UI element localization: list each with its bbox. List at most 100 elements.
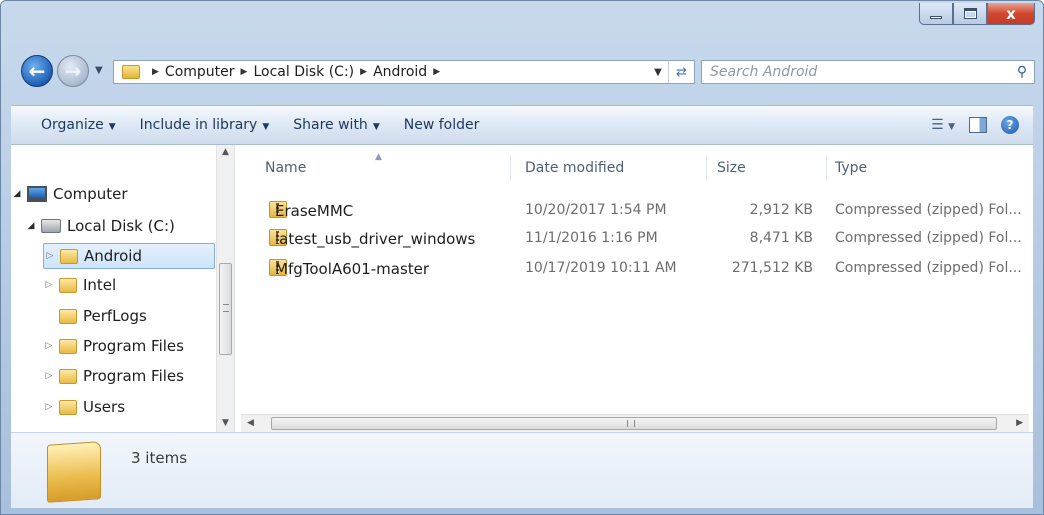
tree-item-program-files[interactable]: ▷ Program Files bbox=[43, 333, 215, 359]
tree-item-local-disk[interactable]: ◢ Local Disk (C:) bbox=[25, 213, 211, 239]
breadcrumb-local-disk[interactable]: Local Disk (C:) bbox=[253, 64, 354, 80]
command-bar: Organize ▼ Include in library ▼ Share with… bbox=[11, 105, 1033, 145]
tree-item-program-files-x86[interactable]: ▷ Program Files bbox=[43, 363, 215, 389]
new-folder-label: New folder bbox=[403, 117, 480, 133]
recent-pages-dropdown[interactable]: ▼ bbox=[95, 65, 103, 76]
breadcrumb-chevron-icon[interactable]: ▶ bbox=[241, 67, 248, 77]
minimize-button[interactable] bbox=[919, 3, 953, 25]
expand-toggle-icon[interactable]: ▷ bbox=[43, 341, 55, 351]
file-date: 11/1/2016 1:16 PM bbox=[525, 230, 658, 246]
search-icon[interactable]: ⚲ bbox=[1010, 64, 1034, 80]
help-button[interactable]: ? bbox=[1001, 116, 1019, 134]
refresh-button[interactable]: ⇄ bbox=[668, 61, 694, 83]
disk-icon bbox=[41, 219, 61, 233]
sort-ascending-icon: ▲ bbox=[375, 152, 382, 162]
folder-icon bbox=[47, 441, 101, 503]
refresh-icon: ⇄ bbox=[676, 64, 687, 80]
change-view-button[interactable]: ☰ ▼ bbox=[931, 117, 955, 133]
file-list: Name ▲ Date modified Size Type EraseMMC … bbox=[237, 145, 1033, 432]
new-folder-button[interactable]: New folder bbox=[392, 117, 492, 133]
scroll-up-icon[interactable]: ▲ bbox=[217, 147, 234, 157]
file-date: 10/17/2019 10:11 AM bbox=[525, 260, 677, 276]
tree-item-intel[interactable]: ▷ Intel bbox=[43, 272, 215, 298]
caption-buttons: x bbox=[919, 3, 1035, 31]
folder-icon bbox=[59, 308, 77, 324]
preview-pane-button[interactable] bbox=[969, 117, 987, 133]
file-size: 271,512 KB bbox=[731, 260, 813, 276]
column-header-name[interactable]: Name ▲ bbox=[257, 152, 511, 181]
file-list-scrollbar[interactable]: ◀ ▶ bbox=[241, 414, 1029, 432]
file-type: Compressed (zipped) Fol... bbox=[835, 260, 1022, 276]
scrollbar-thumb[interactable] bbox=[271, 417, 997, 430]
chevron-down-icon: ▼ bbox=[372, 122, 380, 132]
main-panes: ◢ Computer ◢ Local Disk (C:) ▷ Android ▷… bbox=[11, 145, 1033, 432]
tree-item-label: Users bbox=[83, 398, 126, 416]
close-icon: x bbox=[1006, 4, 1016, 23]
table-row[interactable]: MfgToolA601-master 10/17/2019 10:11 AM 2… bbox=[237, 255, 1033, 281]
grip-icon bbox=[223, 304, 229, 312]
grip-icon bbox=[627, 420, 635, 427]
breadcrumb-android[interactable]: Android bbox=[373, 64, 427, 80]
help-icon: ? bbox=[1006, 118, 1014, 132]
expand-toggle-icon[interactable]: ▷ bbox=[44, 251, 56, 261]
navigation-pane: ◢ Computer ◢ Local Disk (C:) ▷ Android ▷… bbox=[11, 145, 235, 432]
scroll-right-icon[interactable]: ▶ bbox=[1016, 418, 1023, 428]
maximize-button[interactable] bbox=[953, 3, 987, 25]
scrollbar-thumb[interactable] bbox=[219, 263, 232, 355]
computer-icon bbox=[27, 186, 47, 202]
table-row[interactable]: latest_usb_driver_windows 11/1/2016 1:16… bbox=[237, 225, 1033, 251]
tree-item-perflogs[interactable]: PerfLogs bbox=[43, 303, 215, 329]
navigation-pane-scrollbar[interactable]: ▲ ▼ bbox=[216, 145, 234, 432]
include-in-library-button[interactable]: Include in library ▼ bbox=[128, 117, 282, 133]
folder-icon bbox=[59, 277, 77, 293]
breadcrumb-chevron-icon[interactable]: ▶ bbox=[152, 67, 159, 77]
chevron-down-icon: ▼ bbox=[262, 122, 270, 132]
tree-item-computer[interactable]: ◢ Computer bbox=[11, 181, 211, 207]
file-name: latest_usb_driver_windows bbox=[275, 230, 476, 248]
column-header-size[interactable]: Size bbox=[709, 155, 827, 181]
address-bar[interactable]: ▶ Computer ▶ Local Disk (C:) ▶ Android ▶… bbox=[113, 60, 695, 84]
file-type: Compressed (zipped) Fol... bbox=[835, 202, 1022, 218]
column-header-label: Size bbox=[717, 160, 746, 176]
column-header-label: Type bbox=[835, 160, 868, 176]
file-name: MfgToolA601-master bbox=[275, 260, 430, 278]
scroll-down-icon[interactable]: ▼ bbox=[217, 418, 234, 428]
expand-toggle-icon[interactable]: ▷ bbox=[43, 280, 55, 290]
folder-icon bbox=[59, 338, 77, 354]
share-with-button[interactable]: Share with ▼ bbox=[281, 117, 391, 133]
column-header-label: Date modified bbox=[525, 160, 625, 176]
forward-button[interactable]: → bbox=[57, 55, 89, 87]
arrow-left-icon: ← bbox=[28, 59, 46, 83]
tree-item-label: Intel bbox=[83, 276, 117, 294]
tree-item-label: PerfLogs bbox=[83, 307, 147, 325]
search-box: ⚲ bbox=[701, 60, 1035, 84]
tree-item-users[interactable]: ▷ Users bbox=[43, 394, 215, 420]
explorer-window: x ← → ▼ ▶ Computer ▶ Local Disk (C:) ▶ A… bbox=[0, 0, 1044, 515]
close-button[interactable]: x bbox=[987, 3, 1035, 25]
tree-item-label: Android bbox=[84, 247, 142, 265]
scroll-left-icon[interactable]: ◀ bbox=[247, 418, 254, 428]
navigation-row: ← → ▼ ▶ Computer ▶ Local Disk (C:) ▶ And… bbox=[11, 53, 1035, 91]
back-button[interactable]: ← bbox=[21, 55, 53, 87]
expand-toggle-icon[interactable]: ◢ bbox=[25, 221, 37, 231]
organize-button[interactable]: Organize ▼ bbox=[29, 117, 128, 133]
address-history-dropdown[interactable]: ▼ bbox=[648, 67, 668, 78]
file-date: 10/20/2017 1:54 PM bbox=[525, 202, 667, 218]
maximize-icon bbox=[963, 8, 977, 19]
expand-toggle-icon[interactable]: ▷ bbox=[43, 402, 55, 412]
tree-item-android[interactable]: ▷ Android bbox=[43, 243, 215, 269]
chevron-down-icon: ▼ bbox=[108, 122, 116, 132]
expand-toggle-icon[interactable]: ◢ bbox=[11, 189, 23, 199]
table-row[interactable]: EraseMMC 10/20/2017 1:54 PM 2,912 KB Com… bbox=[237, 197, 1033, 223]
view-options-icon: ☰ bbox=[931, 117, 944, 133]
folder-icon bbox=[59, 399, 77, 415]
file-size: 8,471 KB bbox=[749, 230, 813, 246]
column-header-date-modified[interactable]: Date modified bbox=[517, 155, 707, 181]
breadcrumb-chevron-icon[interactable]: ▶ bbox=[360, 67, 367, 77]
breadcrumb-computer[interactable]: Computer bbox=[165, 64, 235, 80]
expand-toggle-icon[interactable]: ▷ bbox=[43, 371, 55, 381]
column-header-type[interactable]: Type bbox=[827, 155, 1037, 181]
breadcrumb-chevron-icon[interactable]: ▶ bbox=[433, 67, 440, 77]
search-input[interactable] bbox=[708, 62, 1010, 82]
file-name: EraseMMC bbox=[275, 202, 354, 220]
